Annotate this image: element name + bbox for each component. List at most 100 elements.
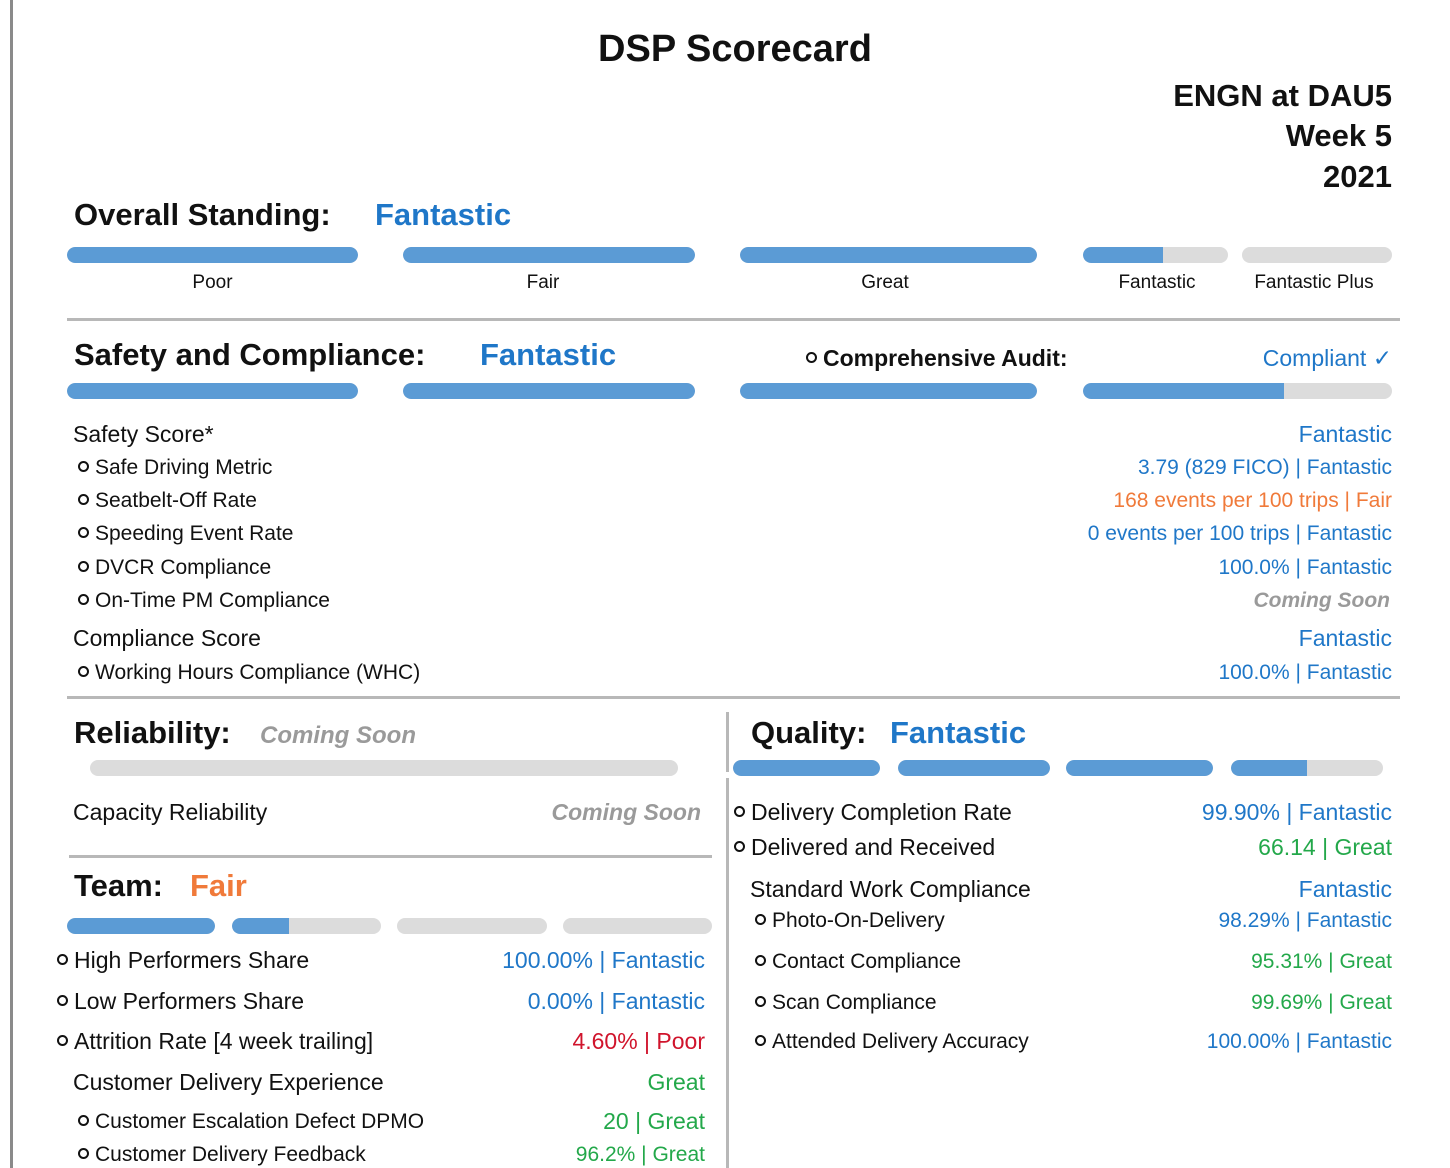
reliability-section-label: Reliability: [74, 715, 231, 750]
bullet-icon [755, 913, 766, 925]
header-station: ENGN at DAU5 [1173, 78, 1392, 113]
metric-speeding-value: 0 events per 100 trips | Fantastic [1087, 522, 1392, 545]
metric-whc-value: 100.0% | Fantastic [1218, 661, 1392, 684]
safety-section-status: Fantastic [480, 337, 617, 372]
metric-label: Attended Delivery Accuracy [772, 1030, 1029, 1053]
metric-scan-compliance-value: 99.69% | Great [1251, 991, 1392, 1014]
overall-standing-label: Overall Standing: [74, 197, 331, 232]
metric-label: Contact Compliance [772, 950, 962, 973]
metric-label: Low Performers Share [74, 988, 305, 1014]
quality-bar-2 [898, 760, 1050, 776]
metric-safe-driving-value: 3.79 (829 FICO) | Fantastic [1137, 456, 1392, 479]
team-bar-1 [67, 918, 215, 934]
bar-fill [67, 918, 215, 934]
level-label-fantastic-plus: Fantastic Plus [1254, 272, 1374, 293]
quality-section-status: Fantastic [890, 715, 1027, 750]
capacity-reliability-label: Capacity Reliability [73, 799, 268, 825]
bar-fill [67, 383, 358, 399]
team-bar-2 [232, 918, 381, 934]
bullet-icon [57, 995, 68, 1007]
metric-photo-on-delivery-value: 98.29% | Fantastic [1218, 909, 1392, 932]
bar-fill [1066, 760, 1213, 776]
bullet-icon [78, 460, 89, 472]
bullet-icon [78, 560, 89, 572]
metric-escalation-dpmo-value: 20 | Great [603, 1108, 705, 1134]
metric-label: Customer Delivery Feedback [95, 1143, 366, 1166]
bullet-icon [755, 995, 766, 1007]
metric-label: Safe Driving Metric [95, 456, 273, 479]
safety-score-label: Safety Score* [73, 421, 214, 447]
metric-escalation-dpmo: Customer Escalation Defect DPMO [78, 1110, 424, 1134]
header-week: Week 5 [1285, 118, 1392, 153]
bullet-icon [78, 665, 89, 677]
metric-low-performers: Low Performers Share [57, 988, 304, 1015]
metric-label: Working Hours Compliance (WHC) [95, 661, 421, 684]
column-divider-top [726, 712, 729, 772]
divider-overall [67, 318, 1400, 321]
safety-bar-2 [403, 383, 695, 399]
bullet-icon [78, 1147, 89, 1159]
metric-label: Attrition Rate [4 week trailing] [74, 1028, 374, 1054]
metric-attrition-rate: Attrition Rate [4 week trailing] [57, 1028, 373, 1055]
safety-section-label: Safety and Compliance: [74, 337, 426, 372]
metric-delivery-completion: Delivery Completion Rate [734, 799, 1012, 826]
bar-fill [740, 247, 1037, 263]
safety-bar-1 [67, 383, 358, 399]
metric-whc: Working Hours Compliance (WHC) [78, 661, 420, 685]
metric-safe-driving: Safe Driving Metric [78, 456, 272, 480]
safety-bar-4 [1083, 383, 1392, 399]
level-label-fair: Fair [526, 272, 560, 293]
bullet-icon [734, 806, 745, 818]
standard-work-compliance-label: Standard Work Compliance [750, 876, 1031, 902]
team-bar-4 [563, 918, 712, 934]
metric-low-performers-value: 0.00% | Fantastic [527, 988, 705, 1014]
bar-fill [733, 760, 880, 776]
metric-speeding: Speeding Event Rate [78, 522, 293, 546]
bullet-icon [734, 841, 745, 853]
metric-delivered-received: Delivered and Received [734, 834, 995, 861]
bar-fill [403, 383, 695, 399]
bullet-icon [755, 954, 766, 966]
page-title: DSP Scorecard [598, 28, 872, 70]
compliance-score-label: Compliance Score [73, 625, 261, 651]
overall-bar-poor [67, 247, 358, 263]
divider-safety [67, 696, 1400, 699]
metric-contact-compliance-value: 95.31% | Great [1251, 950, 1392, 973]
bullet-icon [755, 1034, 766, 1046]
quality-bar-1 [733, 760, 880, 776]
bullet-icon [78, 593, 89, 605]
metric-delivery-feedback: Customer Delivery Feedback [78, 1143, 366, 1167]
divider-reliability [69, 855, 712, 858]
customer-delivery-experience-value: Great [647, 1069, 705, 1095]
metric-delivery-completion-value: 99.90% | Fantastic [1201, 799, 1392, 825]
bullet-icon [57, 954, 68, 966]
team-section-status: Fair [190, 868, 247, 903]
bar-fill [403, 247, 695, 263]
team-section-label: Team: [74, 868, 164, 903]
metric-label: High Performers Share [74, 947, 310, 973]
level-label-poor: Poor [192, 272, 233, 293]
capacity-reliability-value: Coming Soon [551, 799, 701, 825]
comprehensive-audit-value: Compliant ✓ [1262, 345, 1392, 371]
bullet-icon [78, 1114, 89, 1126]
bar-fill [740, 383, 1037, 399]
metric-attended-delivery: Attended Delivery Accuracy [755, 1030, 1029, 1054]
level-label-great: Great [861, 272, 909, 293]
bar-fill [1231, 760, 1307, 776]
customer-delivery-experience-label: Customer Delivery Experience [73, 1069, 384, 1095]
metric-label: DVCR Compliance [95, 556, 272, 579]
metric-label: On-Time PM Compliance [95, 589, 330, 612]
metric-contact-compliance: Contact Compliance [755, 950, 961, 974]
bullet-icon [78, 493, 89, 505]
safety-bar-3 [740, 383, 1037, 399]
bullet-icon [78, 526, 89, 538]
metric-dvcr-value: 100.0% | Fantastic [1218, 556, 1392, 579]
standard-work-compliance-value: Fantastic [1298, 876, 1392, 902]
metric-photo-on-delivery: Photo-On-Delivery [755, 909, 945, 933]
metric-label: Delivery Completion Rate [751, 799, 1012, 825]
metric-delivery-feedback-value: 96.2% | Great [575, 1143, 705, 1166]
header-year: 2021 [1323, 159, 1392, 194]
metric-label: Delivered and Received [751, 834, 996, 860]
metric-label: Photo-On-Delivery [772, 909, 945, 932]
reliability-section-status: Coming Soon [260, 722, 416, 749]
